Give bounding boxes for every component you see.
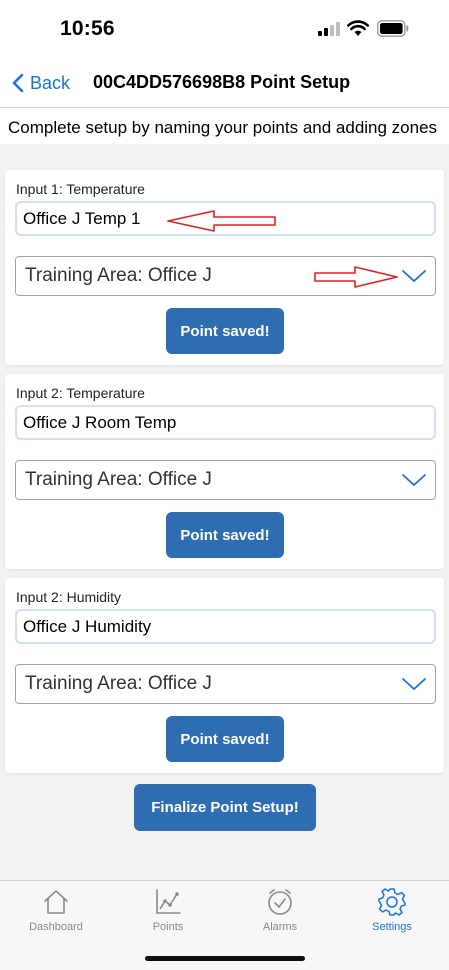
- home-indicator: [145, 956, 305, 961]
- zone-select-value: Training Area: Office J: [25, 673, 212, 694]
- chevron-left-icon: [12, 73, 24, 93]
- zone-select-value: Training Area: Office J: [25, 265, 212, 286]
- tab-label: Dashboard: [29, 921, 83, 933]
- zone-select[interactable]: Training Area: Office J: [15, 664, 436, 704]
- finalize-point-setup-button[interactable]: Finalize Point Setup!: [134, 784, 316, 831]
- wifi-icon: [347, 20, 369, 36]
- tab-settings[interactable]: Settings: [352, 887, 432, 933]
- back-label: Back: [30, 72, 71, 93]
- chevron-down-icon: [402, 678, 426, 690]
- point-card-2: Input 2: Temperature Training Area: Offi…: [5, 374, 444, 569]
- point-input-label: Input 2: Temperature: [16, 385, 145, 401]
- battery-icon: [377, 20, 409, 37]
- zone-select[interactable]: Training Area: Office J: [15, 460, 436, 500]
- point-setup-content[interactable]: Complete setup by naming your points and…: [0, 108, 449, 880]
- chart-icon: [156, 889, 181, 914]
- tab-points[interactable]: Points: [128, 887, 208, 933]
- clock-check-icon: [268, 889, 292, 915]
- gear-icon: [378, 888, 406, 916]
- point-input-label: Input 1: Temperature: [16, 181, 145, 197]
- point-name-input[interactable]: [15, 201, 436, 236]
- status-time: 10:56: [60, 17, 115, 40]
- point-input-label: Input 2: Humidity: [16, 589, 122, 605]
- point-saved-button[interactable]: Point saved!: [166, 512, 284, 558]
- tab-dashboard[interactable]: Dashboard: [16, 887, 96, 933]
- chevron-down-icon: [402, 474, 426, 486]
- page-title: 00C4DD576698B8 Point Setup: [93, 72, 351, 92]
- point-name-input[interactable]: [15, 405, 436, 440]
- tab-label: Settings: [372, 921, 412, 933]
- point-card-1: Input 1: Temperature Training Area: Offi…: [5, 170, 444, 365]
- point-name-input[interactable]: [15, 609, 436, 644]
- tab-label: Alarms: [262, 921, 298, 933]
- zone-select[interactable]: Training Area: Office J: [15, 256, 436, 296]
- house-icon: [44, 890, 68, 914]
- status-bar: 10:56: [0, 0, 449, 58]
- point-saved-button[interactable]: Point saved!: [166, 716, 284, 762]
- chevron-down-icon: [402, 270, 426, 282]
- tab-alarms[interactable]: Alarms: [240, 887, 320, 933]
- back-button[interactable]: Back: [12, 68, 70, 98]
- point-saved-button[interactable]: Point saved!: [166, 308, 284, 354]
- tab-label: Points: [152, 921, 184, 933]
- point-card-3: Input 2: Humidity Training Area: Office …: [5, 578, 444, 773]
- navigation-bar: Back 00C4DD576698B8 Point Setup: [0, 58, 449, 108]
- intro-text: Complete setup by naming your points and…: [0, 108, 449, 144]
- cellular-signal-icon: [318, 22, 342, 36]
- zone-select-value: Training Area: Office J: [25, 469, 212, 490]
